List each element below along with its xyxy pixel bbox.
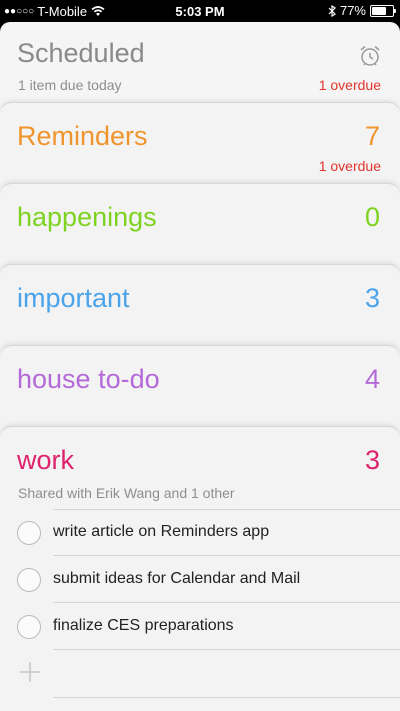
status-bar: ●●○○○ T-Mobile 5:03 PM 77% [0,0,400,22]
scheduled-list[interactable]: Scheduled 1 item due today 1 overdue [0,22,400,112]
list-overdue: 1 overdue [318,158,381,174]
task-label[interactable]: write article on Reminders app [53,523,269,541]
task-row[interactable]: finalize CES preparations [0,603,400,650]
battery-percent: 77% [339,3,366,18]
list-title: important [17,283,130,313]
list-count: 3 [364,445,380,475]
task-checkbox[interactable] [17,615,41,639]
list-count: 0 [364,202,380,232]
status-right: 77% [328,3,396,18]
task-row[interactable]: submit ideas for Calendar and Mail [0,556,400,603]
task-row[interactable]: write article on Reminders app [0,509,400,556]
alarm-clock-icon [360,45,380,66]
bluetooth-icon [328,4,336,17]
shared-with-label: Shared with Erik Wang and 1 other [18,485,235,501]
list-title: house to-do [17,364,160,394]
task-label[interactable]: submit ideas for Calendar and Mail [53,570,300,588]
task-label[interactable]: finalize CES preparations [53,617,234,635]
battery-icon [370,4,396,17]
scheduled-title: Scheduled [17,38,145,68]
battery-fill [372,6,386,15]
list-title: work [17,445,75,475]
task-checkbox[interactable] [17,568,41,592]
scheduled-subtitle: 1 item due today [18,77,122,93]
list-title: happenings [17,202,157,232]
task-checkbox[interactable] [17,521,41,545]
add-reminder-icon[interactable] [19,661,41,683]
divider [53,649,400,650]
reminders-app: Scheduled 1 item due today 1 overdue Rem… [0,22,400,711]
scheduled-overdue: 1 overdue [318,77,381,93]
list-work[interactable]: work 3 Shared with Erik Wang and 1 other… [0,426,400,711]
list-count: 3 [364,283,380,313]
divider [53,697,400,698]
list-count: 7 [364,121,380,151]
list-title: Reminders [17,121,148,151]
list-count: 4 [364,364,380,394]
